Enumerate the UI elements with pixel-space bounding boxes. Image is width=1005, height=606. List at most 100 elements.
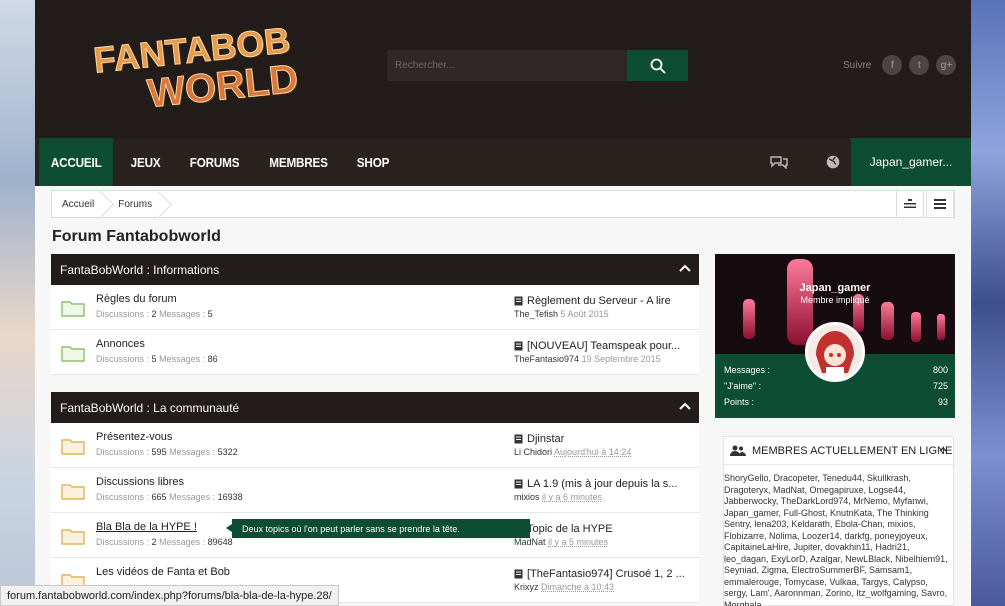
search-icon (650, 58, 666, 74)
nav-jeux[interactable]: JEUX (120, 138, 171, 186)
forum-stats: Discussions : 2 Messages : 89648 (96, 537, 233, 547)
category-informations: FantaBobWorld : Informations Règles du f… (51, 254, 699, 375)
user-stat-likes: "J'aime" :725 (724, 381, 948, 391)
forum-title[interactable]: Règles du forum (96, 293, 177, 305)
nav-icons (770, 138, 840, 186)
last-post-date: 5 Août 2015 (560, 309, 609, 319)
page: FANTABOB FANTABOB WORLD WORLD Suivre f t… (35, 0, 971, 606)
forum-stats: Discussions : 5 Messages : 86 (96, 354, 218, 364)
folder-read-icon (61, 346, 85, 362)
last-post-title[interactable]: Règlement du Serveur - A lire (527, 295, 671, 307)
forum-row: Annonces Discussions : 5 Messages : 86 [… (51, 330, 699, 375)
sitemap-icon (904, 199, 916, 208)
last-post-date: Aujourd'hui à 14:24 (554, 447, 632, 457)
online-members-header[interactable]: MEMBRES ACTUELLEMENT EN LIGNE (724, 437, 953, 465)
google-plus-icon[interactable]: g+ (936, 55, 957, 75)
chevron-up-icon[interactable] (939, 445, 947, 453)
user-stat-points: Points :93 (724, 397, 948, 407)
last-post: Topic de la HYPE MadNat il y a 5 minutes (514, 523, 694, 547)
list-icon (934, 199, 946, 209)
breadcrumb: Accueil Forums (51, 190, 955, 218)
last-post-title[interactable]: [NOUVEAU] Teamspeak pour... (527, 340, 680, 352)
forum-stats: Discussions : 595 Messages : 5322 (96, 447, 238, 457)
last-post-user[interactable]: Li Chidori (514, 447, 552, 457)
last-post-user[interactable]: TheFantasio974 (514, 354, 579, 364)
jump-top-button[interactable] (896, 190, 924, 218)
forum-row: Règles du forum Discussions : 2 Messages… (51, 285, 699, 330)
last-post: Djinstar Li Chidori Aujourd'hui à 14:24 (514, 433, 694, 457)
last-post: LA 1.9 (mis à jour depuis la s... mixios… (514, 478, 694, 502)
right-background-art (970, 0, 1005, 606)
last-post-date: Dimanche à 10:43 (541, 582, 615, 592)
user-rank: Membre impliqué (800, 295, 870, 305)
forum-row: Présentez-vous Discussions : 595 Message… (51, 423, 699, 468)
user-card: Japan_gamer Membre impliqué Messages :80… (715, 254, 955, 418)
online-members-list[interactable]: ShoryGello, Dracopeter, Tenedu44, Skullk… (724, 465, 952, 606)
globe-icon[interactable] (826, 155, 840, 169)
last-post-user[interactable]: mixios (514, 492, 540, 502)
forum-title[interactable]: Annonces (96, 338, 145, 350)
document-icon (514, 296, 523, 306)
forum-stats: Discussions : 2 Messages : 5 (96, 309, 213, 319)
site-logo[interactable]: FANTABOB FANTABOB WORLD WORLD (87, 19, 307, 119)
forum-row: Discussions libres Discussions : 665 Mes… (51, 468, 699, 513)
main-nav: ACCUEIL JEUX FORUMS MEMBRES SHOP Japan_g… (35, 138, 971, 186)
nav-membres[interactable]: MEMBRES (258, 138, 338, 186)
nav-user-account[interactable]: Japan_gamer... (851, 138, 971, 186)
last-post-date: 19 Septembre 2015 (581, 354, 661, 364)
users-icon (730, 445, 746, 456)
avatar[interactable] (805, 322, 865, 382)
document-icon (514, 479, 523, 489)
last-post-title[interactable]: Topic de la HYPE (527, 523, 613, 535)
nav-shop[interactable]: SHOP (346, 138, 400, 186)
last-post-user[interactable]: MadNat (514, 537, 546, 547)
nav-forums[interactable]: FORUMS (179, 138, 250, 186)
document-icon (514, 341, 523, 351)
category-header[interactable]: FantaBobWorld : Informations (51, 254, 699, 285)
left-background-art (0, 0, 36, 606)
page-title: Forum Fantabobworld (52, 228, 221, 245)
last-post: [TheFantasio974] Crusoé 1, 2 ... Krixyz … (514, 568, 694, 592)
breadcrumb-tools (894, 190, 954, 218)
last-post-user[interactable]: The_Tefish (514, 309, 558, 319)
breadcrumb-accueil[interactable]: Accueil (52, 191, 104, 217)
last-post: [NOUVEAU] Teamspeak pour... TheFantasio9… (514, 340, 694, 364)
category-header[interactable]: FantaBobWorld : La communauté (51, 392, 699, 423)
last-post-title[interactable]: Djinstar (527, 433, 564, 445)
document-icon (514, 569, 523, 579)
document-icon (514, 434, 523, 444)
search-bar (387, 50, 688, 81)
online-members-box: MEMBRES ACTUELLEMENT EN LIGNE ShoryGello… (723, 436, 954, 606)
forum-description-tooltip: Deux topics où l'on peut parler sans se … (226, 519, 530, 538)
folder-unread-icon (61, 484, 85, 500)
folder-unread-icon (61, 439, 85, 455)
list-view-button[interactable] (926, 190, 954, 218)
user-name[interactable]: Japan_gamer (715, 282, 955, 294)
forum-title[interactable]: Discussions libres (96, 476, 184, 488)
chevron-up-icon[interactable] (679, 263, 691, 273)
header: FANTABOB FANTABOB WORLD WORLD Suivre f t… (35, 0, 971, 138)
search-button[interactable] (627, 50, 688, 81)
last-post: Règlement du Serveur - A lire The_Tefish… (514, 295, 694, 319)
nav-accueil[interactable]: ACCUEIL (39, 138, 114, 186)
browser-status-bar: forum.fantabobworld.com/index.php?forums… (0, 585, 339, 606)
folder-read-icon (61, 301, 85, 317)
last-post-title[interactable]: [TheFantasio974] Crusoé 1, 2 ... (527, 568, 685, 580)
forum-title[interactable]: Les vidéos de Fanta et Bob (96, 566, 230, 578)
last-post-title[interactable]: LA 1.9 (mis à jour depuis la s... (527, 478, 677, 490)
category-communaute: FantaBobWorld : La communauté Présentez-… (51, 392, 699, 603)
conversations-icon[interactable] (770, 155, 788, 169)
folder-unread-icon (61, 529, 85, 545)
forum-title[interactable]: Bla Bla de la HYPE ! (96, 521, 197, 533)
forum-title[interactable]: Présentez-vous (96, 431, 172, 443)
last-post-date: il y a 6 minutes (542, 492, 603, 502)
search-input[interactable] (387, 50, 627, 81)
chevron-up-icon[interactable] (679, 401, 691, 411)
forum-stats: Discussions : 665 Messages : 16938 (96, 492, 243, 502)
facebook-icon[interactable]: f (882, 55, 903, 75)
last-post-date: il y a 5 minutes (548, 537, 609, 547)
last-post-user[interactable]: Krixyz (514, 582, 539, 592)
follow-label: Suivre (843, 59, 872, 71)
twitter-icon[interactable]: t (909, 55, 930, 75)
social-follow: Suivre f t g+ (843, 55, 957, 75)
